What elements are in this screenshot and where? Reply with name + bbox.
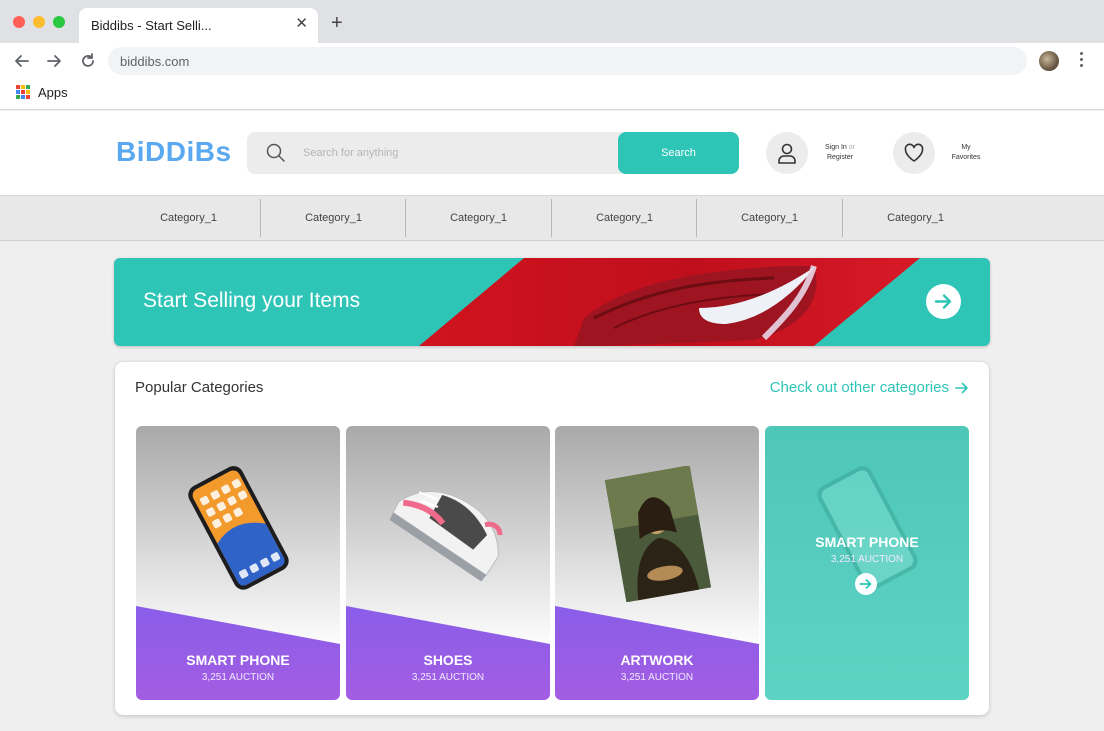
site-header: BiDDiBs Search Sign In or Register My Fa… — [0, 111, 1104, 195]
forward-arrow-icon[interactable] — [44, 51, 64, 71]
browser-menu-icon[interactable] — [1078, 52, 1084, 70]
browser-toolbar: biddibs.com — [0, 43, 1104, 79]
banner-title: Start Selling your Items — [143, 289, 361, 312]
arrow-right-icon — [955, 382, 968, 393]
profile-avatar[interactable] — [1039, 51, 1059, 71]
favorites-button[interactable] — [893, 132, 935, 174]
category-name: SMART PHONE — [815, 534, 919, 550]
category-count: 3,251 AUCTION — [201, 672, 275, 683]
browser-tab[interactable]: Biddibs - Start Selli... ✕ — [79, 8, 318, 43]
new-tab-button[interactable]: + — [331, 13, 343, 33]
category-nav-item[interactable]: Category_1 — [697, 199, 842, 237]
category-name: SHOES — [423, 652, 473, 668]
section-title: Popular Categories — [135, 379, 264, 396]
category-count: 3,251 AUCTION — [830, 554, 904, 565]
category-nav-item[interactable]: Category_1 — [406, 199, 551, 237]
apps-bookmark[interactable]: Apps — [38, 85, 68, 100]
sign-in-label[interactable]: Sign In — [825, 144, 847, 151]
tab-title: Biddibs - Start Selli... — [91, 18, 212, 33]
category-card-artwork[interactable]: ARTWORK 3,251 AUCTION — [555, 426, 759, 700]
arrow-right-icon — [934, 294, 952, 309]
address-bar[interactable]: biddibs.com — [108, 47, 1027, 75]
search-button[interactable]: Search — [618, 132, 739, 174]
category-nav-item[interactable]: Category_1 — [552, 199, 697, 237]
account-button[interactable] — [766, 132, 808, 174]
search-box: Search — [247, 132, 739, 174]
apps-grid-icon[interactable] — [16, 85, 30, 99]
banner-arrow-button[interactable] — [926, 284, 961, 319]
bookmarks-bar: Apps — [0, 79, 1104, 110]
window-minimize-dot[interactable] — [33, 16, 45, 28]
search-input[interactable] — [303, 132, 613, 174]
category-nav-item[interactable]: Category_1 — [261, 199, 406, 237]
arrow-right-icon — [859, 579, 872, 589]
user-icon — [778, 143, 796, 164]
category-count: 3,251 AUCTION — [411, 672, 485, 683]
category-nav: Category_1 Category_1 Category_1 Categor… — [0, 195, 1104, 241]
category-nav-item[interactable]: Category_1 — [843, 199, 988, 237]
other-categories-link[interactable]: Check out other categories — [770, 379, 969, 396]
category-name: SMART PHONE — [186, 652, 290, 668]
back-arrow-icon[interactable] — [12, 51, 32, 71]
search-icon — [266, 143, 285, 162]
reload-icon[interactable] — [78, 51, 98, 71]
register-label[interactable]: Register — [827, 154, 853, 161]
category-count: 3,251 AUCTION — [620, 672, 694, 683]
category-name: ARTWORK — [620, 652, 694, 668]
my-favorites-link[interactable]: My Favorites — [946, 143, 986, 163]
address-url: biddibs.com — [120, 54, 190, 69]
popular-categories-section: Popular Categories Check out other categ… — [115, 362, 989, 715]
category-arrow-button[interactable] — [855, 573, 877, 595]
my-label: My — [961, 144, 971, 151]
sign-in-register-link[interactable]: Sign In or Register — [818, 143, 862, 163]
window-maximize-dot[interactable] — [53, 16, 65, 28]
browser-tab-bar: Biddibs - Start Selli... ✕ + — [0, 0, 1104, 43]
tab-close-icon[interactable]: ✕ — [295, 16, 308, 31]
start-selling-banner[interactable]: Start Selling your Items — [114, 258, 990, 346]
category-card-smart-phone[interactable]: SMART PHONE 3,251 AUCTION — [136, 426, 340, 700]
other-categories-label: Check out other categories — [769, 379, 949, 396]
category-nav-item[interactable]: Category_1 — [116, 199, 261, 237]
heart-icon — [904, 143, 924, 162]
category-card-shoes[interactable]: SHOES 3,251 AUCTION — [346, 426, 550, 700]
category-card-smart-phone-active[interactable]: SMART PHONE 3,251 AUCTION — [765, 426, 969, 700]
or-label: or — [848, 144, 855, 151]
site-logo[interactable]: BiDDiBs — [116, 136, 232, 168]
window-close-dot[interactable] — [13, 16, 25, 28]
favorites-label: Favorites — [951, 154, 981, 161]
